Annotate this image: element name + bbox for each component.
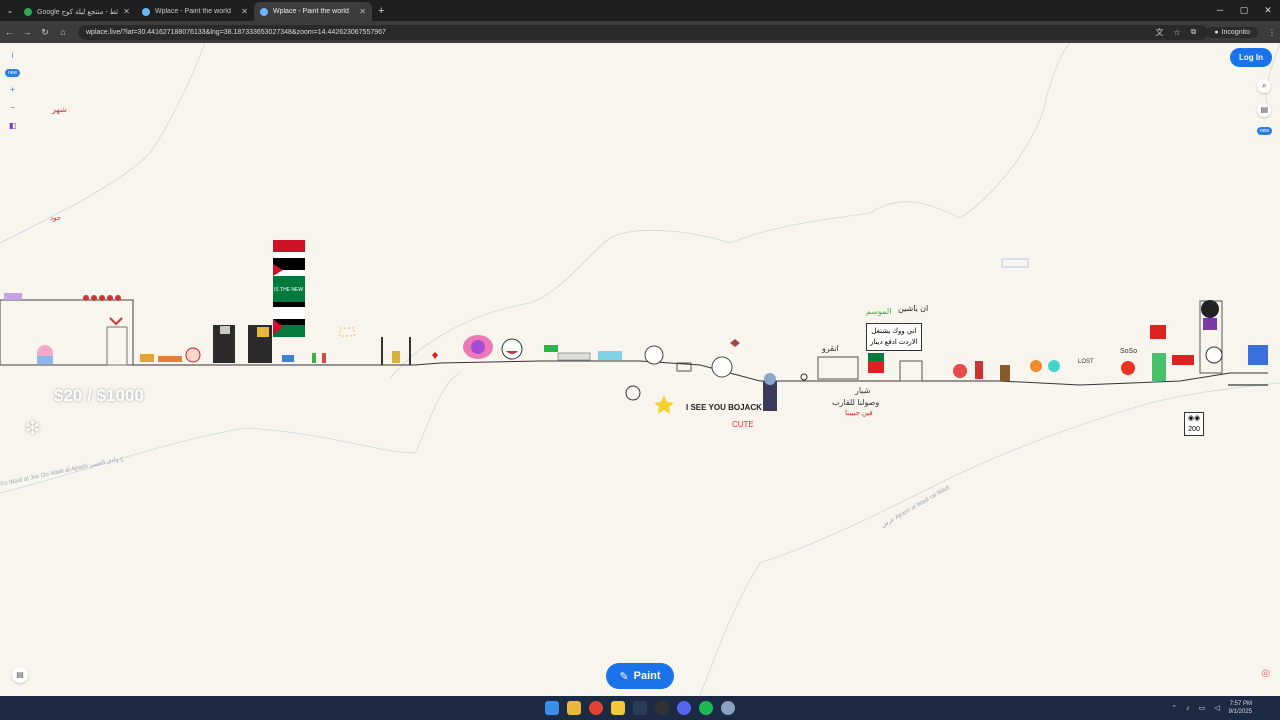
minimize-icon[interactable]: ─: [1208, 0, 1232, 21]
menu-icon[interactable]: ⋮: [1268, 28, 1276, 37]
sticky-notes-icon[interactable]: [611, 701, 625, 715]
close-tab-icon[interactable]: ✕: [359, 7, 366, 16]
extensions-icon[interactable]: ⧉: [1191, 27, 1197, 37]
location-icon[interactable]: ◎: [1261, 668, 1270, 679]
leaderboard-icon[interactable]: ▤: [1257, 103, 1272, 117]
tab-title: Wplace - Paint the world: [155, 8, 231, 15]
back-icon[interactable]: ←: [0, 27, 18, 37]
tab-title: Google خرائط - منتجع ليلة كوح: [37, 8, 119, 16]
chrome-icon[interactable]: [589, 701, 603, 715]
map-terrain: [0, 43, 1280, 696]
map-canvas[interactable]: شهر جود IS THE NEW اني ووك يشتغل الاردت …: [0, 43, 1280, 696]
pixel-text: ان ياشين: [898, 304, 929, 313]
network-icon[interactable]: ▭: [1199, 704, 1206, 712]
pixel-text: CUTE: [732, 420, 754, 429]
price-overlay: $20 / $1000: [54, 386, 144, 405]
pixel-text: SoSo: [1120, 348, 1138, 355]
chevron-up-icon[interactable]: ⌃: [1171, 704, 1177, 712]
taskbar: ⌃ ♪ ▭ ◁ 7:57 PM 9/1/2025: [0, 696, 1280, 720]
mic-icon[interactable]: ♪: [1186, 705, 1190, 712]
pixel-text: الاردت ادفع دينار: [870, 339, 918, 346]
steam-icon[interactable]: [633, 701, 647, 715]
brush-icon: ✎: [619, 670, 629, 683]
right-toolbar: ⌕ ▤ new: [1256, 79, 1272, 135]
pixel-text: جود: [50, 215, 62, 222]
close-tab-icon[interactable]: ✕: [241, 7, 248, 16]
pixel-note-box: اني ووك يشتغل الاردت ادفع دينار: [866, 323, 922, 351]
translate-icon[interactable]: 文: [1155, 27, 1163, 38]
pixel-text: I SEE YOU BOJACK: [686, 403, 762, 412]
pixel-text: شهر: [52, 105, 67, 114]
settings-icon[interactable]: [721, 701, 735, 715]
browser-tab-bar: ⌄ Google خرائط - منتجع ليلة كوح ✕ Wplace…: [0, 0, 1280, 21]
pixel-text: وصولنا للقارب: [832, 398, 880, 407]
twitch-icon[interactable]: ◧: [8, 121, 18, 131]
app-icon[interactable]: [655, 701, 669, 715]
left-toolbar: i new + − ◧: [5, 51, 21, 131]
incognito-label: Incognito: [1221, 28, 1250, 36]
login-button[interactable]: Log In: [1230, 48, 1272, 67]
tab-title: Wplace - Paint the world: [273, 8, 349, 15]
zoom-in-icon[interactable]: +: [8, 85, 18, 95]
file-explorer-icon[interactable]: [567, 701, 581, 715]
counter-value: 200: [1188, 426, 1200, 433]
clock-time: 7:57 PM: [1229, 701, 1252, 707]
home-icon[interactable]: ⌂: [54, 27, 72, 37]
paint-button[interactable]: ✎ Paint: [606, 663, 674, 689]
browser-tab-1[interactable]: Google خرائط - منتجع ليلة كوح ✕: [18, 2, 136, 21]
url-field[interactable]: wplace.live/?lat=30.441627188076133&lng=…: [78, 24, 1208, 40]
forward-icon[interactable]: →: [18, 27, 36, 37]
new-badge: new: [1256, 127, 1272, 135]
tab-search-icon[interactable]: ⌄: [2, 6, 18, 15]
incognito-icon: ●: [1214, 28, 1219, 36]
bookmark-star-icon[interactable]: ☆: [1173, 28, 1180, 37]
close-tab-icon[interactable]: ✕: [123, 7, 130, 16]
pixel-text: شيار: [855, 386, 871, 395]
wplace-favicon-icon: [142, 7, 150, 16]
spotify-icon[interactable]: [699, 701, 713, 715]
volume-icon[interactable]: ◁: [1214, 704, 1219, 712]
layers-icon[interactable]: ▤: [12, 667, 28, 683]
system-tray: ⌃ ♪ ▭ ◁ 7:57 PM 9/1/2025: [1171, 700, 1252, 716]
pixel-counter-box: ◉◉ 200: [1184, 412, 1204, 436]
pixel-text: الموسم: [866, 307, 892, 316]
new-tab-icon[interactable]: +: [378, 5, 384, 17]
search-icon[interactable]: ⌕: [1257, 79, 1272, 93]
taskbar-apps: [545, 701, 735, 715]
new-badge: new: [5, 69, 21, 77]
browser-tab-3[interactable]: Wplace - Paint the world ✕: [254, 2, 372, 21]
window-controls: ─ ▢ ✕: [1208, 0, 1280, 21]
eyes-icon: ◉◉: [1187, 415, 1201, 422]
start-icon[interactable]: [545, 701, 559, 715]
pixel-text: IS THE NEW: [274, 287, 304, 293]
incognito-badge[interactable]: ● Incognito: [1206, 26, 1258, 38]
close-window-icon[interactable]: ✕: [1256, 0, 1280, 21]
pixel-text: فين حبيبنا: [845, 410, 873, 417]
zoom-out-icon[interactable]: −: [8, 103, 18, 113]
clock-date: 9/1/2025: [1228, 709, 1252, 715]
info-icon[interactable]: i: [8, 51, 18, 61]
gear-icon[interactable]: ✻: [25, 418, 40, 439]
pixel-text: اني ووك يشتغل: [871, 328, 917, 335]
pixel-text: انقرو: [822, 344, 839, 353]
maximize-icon[interactable]: ▢: [1232, 0, 1256, 21]
address-bar-row: ← → ↻ ⌂ wplace.live/?lat=30.441627188076…: [0, 21, 1280, 43]
pixel-text: LOST: [1078, 359, 1094, 365]
maps-favicon-icon: [24, 7, 32, 16]
clock[interactable]: 7:57 PM 9/1/2025: [1229, 700, 1252, 716]
paint-label: Paint: [633, 670, 661, 682]
wplace-favicon-icon: [260, 7, 268, 16]
browser-tab-2[interactable]: Wplace - Paint the world ✕: [136, 2, 254, 21]
discord-icon[interactable]: [677, 701, 691, 715]
reload-icon[interactable]: ↻: [36, 27, 54, 38]
